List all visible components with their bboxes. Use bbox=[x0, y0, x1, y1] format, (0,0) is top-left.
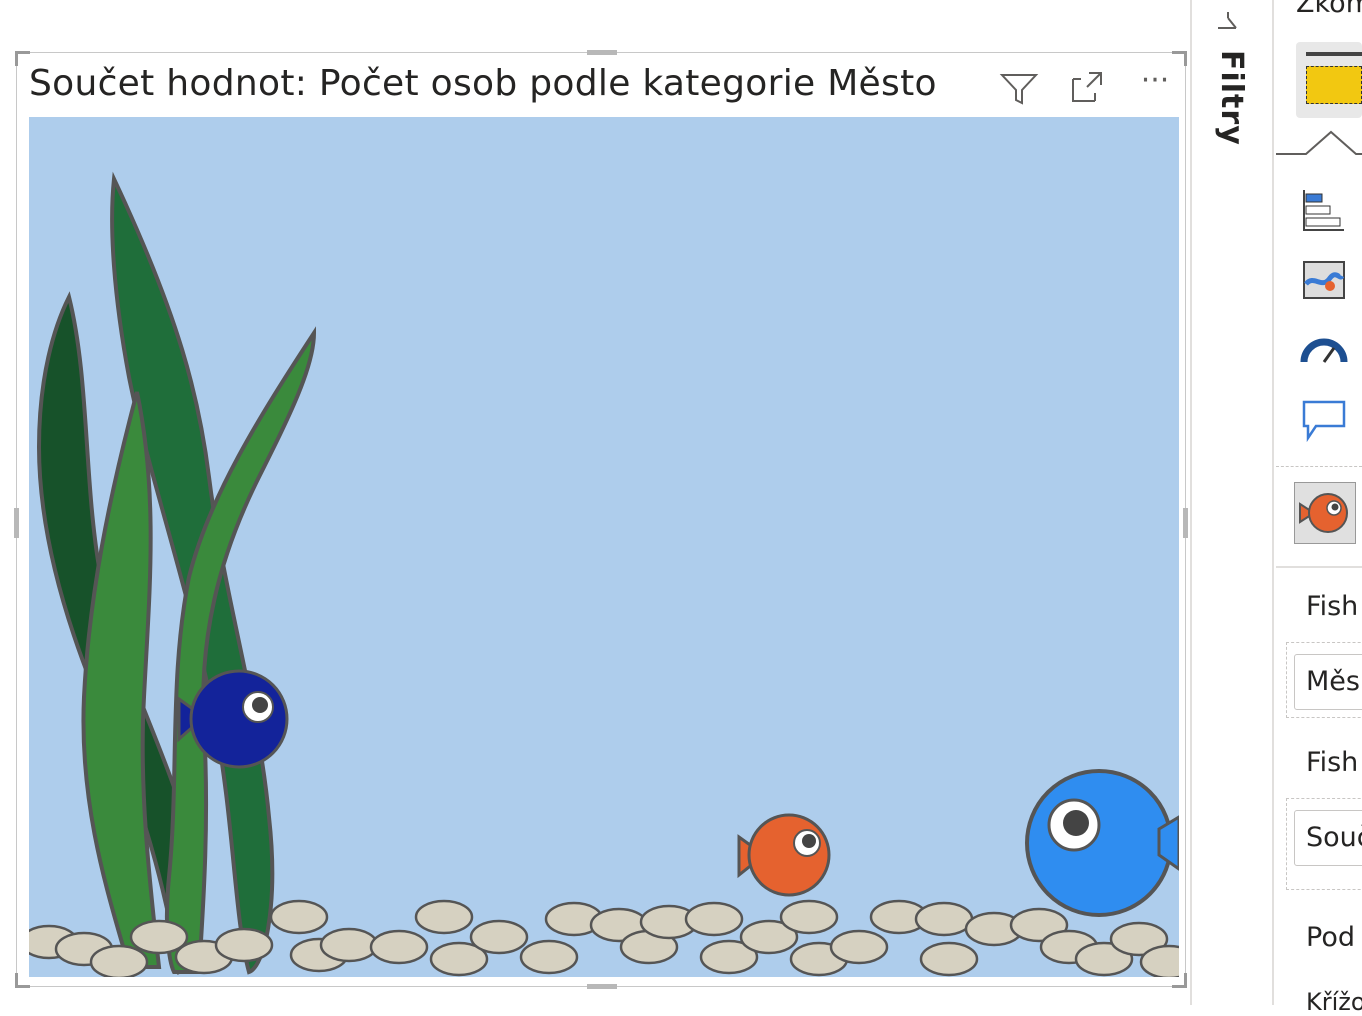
resize-handle-left[interactable] bbox=[14, 508, 19, 538]
field-pill-city[interactable]: Měs bbox=[1294, 654, 1362, 710]
map-icon[interactable] bbox=[1300, 256, 1348, 304]
filters-pane[interactable] bbox=[1192, 0, 1272, 1005]
resize-handle-top[interactable] bbox=[587, 50, 617, 55]
collapse-chevron-icon[interactable] bbox=[1276, 126, 1362, 156]
field-well-label-3: Pod bbox=[1306, 922, 1355, 953]
viz-icons-divider bbox=[1276, 466, 1362, 467]
speech-bubble-icon[interactable] bbox=[1300, 396, 1348, 444]
aquarium-canvas bbox=[29, 117, 1179, 977]
resize-corner-top-left[interactable] bbox=[15, 51, 30, 66]
stacked-bar-icon[interactable] bbox=[1300, 186, 1348, 234]
focus-mode-icon[interactable] bbox=[1067, 67, 1107, 107]
filters-pane-label[interactable]: Filtry bbox=[1214, 50, 1249, 146]
viz-section-divider bbox=[1276, 566, 1362, 568]
gauge-icon[interactable] bbox=[1300, 326, 1348, 374]
viz-pane-top-label: Zkom bbox=[1296, 0, 1362, 19]
field-well-label-4: Křížo bbox=[1306, 988, 1362, 1016]
funnel-icon bbox=[1218, 12, 1237, 29]
field-well-label-2: Fish bbox=[1306, 747, 1359, 778]
table-icon[interactable] bbox=[1296, 42, 1362, 118]
more-options-icon[interactable]: ··· bbox=[1135, 61, 1175, 101]
visual-title: Součet hodnot: Počet osob podle kategori… bbox=[29, 63, 937, 104]
resize-corner-bottom-left[interactable] bbox=[15, 973, 30, 988]
resize-handle-right[interactable] bbox=[1183, 508, 1188, 538]
field-well-label-1: Fish bbox=[1306, 591, 1359, 622]
fish-visual-card[interactable]: Součet hodnot: Počet osob podle kategori… bbox=[14, 50, 1188, 989]
fish-visual-icon[interactable] bbox=[1294, 482, 1356, 544]
filter-icon[interactable] bbox=[999, 67, 1039, 107]
resize-handle-bottom[interactable] bbox=[587, 984, 617, 989]
field-pill-sum[interactable]: Souč bbox=[1294, 810, 1362, 866]
